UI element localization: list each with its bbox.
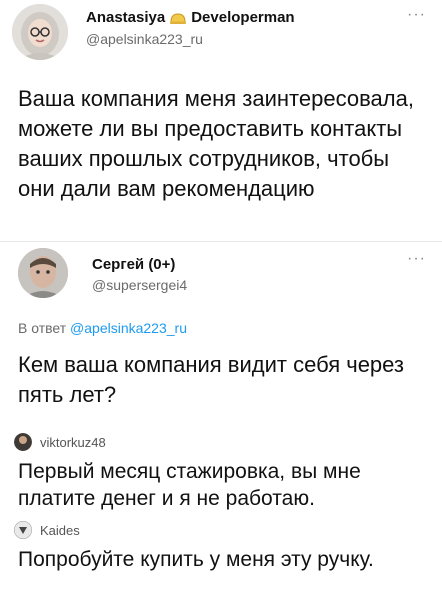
author-name[interactable]: Сергей (0+): [92, 256, 175, 273]
comment-user: viktorkuz48: [14, 433, 106, 451]
reply-prefix: В ответ: [18, 320, 67, 336]
more-options-icon[interactable]: ···: [407, 6, 426, 24]
user-photo-icon: [18, 248, 68, 298]
author-name-line: Anastasiya Developerman: [86, 9, 295, 26]
comment-user: Kaides: [14, 521, 80, 539]
comment-text: Первый месяц стажировка, вы мне платите …: [18, 460, 361, 510]
comment-text: Попробуйте купить у меня эту ручку.: [18, 548, 374, 571]
hardhat-emoji-icon: [169, 11, 187, 25]
avatar[interactable]: [14, 521, 32, 539]
author-handle[interactable]: @apelsinka223_ru: [86, 31, 203, 47]
user-photo-icon: [14, 433, 32, 451]
tweet-anastasiya: Anastasiya Developerman @apelsinka223_ru…: [0, 0, 442, 240]
author-handle[interactable]: @supersergei4: [92, 277, 187, 293]
avatar[interactable]: [14, 433, 32, 451]
comment-username[interactable]: Kaides: [40, 523, 80, 538]
author-role: Developerman: [191, 9, 295, 26]
tweet-sergey: Сергей (0+) @supersergei4 ··· В ответ @a…: [0, 242, 442, 412]
user-photo-icon: [14, 521, 32, 539]
user-photo-icon: [12, 4, 68, 60]
comment-username[interactable]: viktorkuz48: [40, 435, 106, 450]
tweet-text: Ваша компания меня заинтересовала, может…: [18, 86, 414, 201]
author-name[interactable]: Anastasiya: [86, 9, 165, 26]
reply-handle-link[interactable]: @apelsinka223_ru: [70, 320, 187, 336]
reply-to-line: В ответ @apelsinka223_ru: [18, 320, 187, 336]
avatar[interactable]: [12, 4, 68, 60]
avatar[interactable]: [18, 248, 68, 298]
tweet-text: Кем ваша компания видит себя через пять …: [18, 352, 404, 407]
more-options-icon[interactable]: ···: [407, 250, 426, 268]
